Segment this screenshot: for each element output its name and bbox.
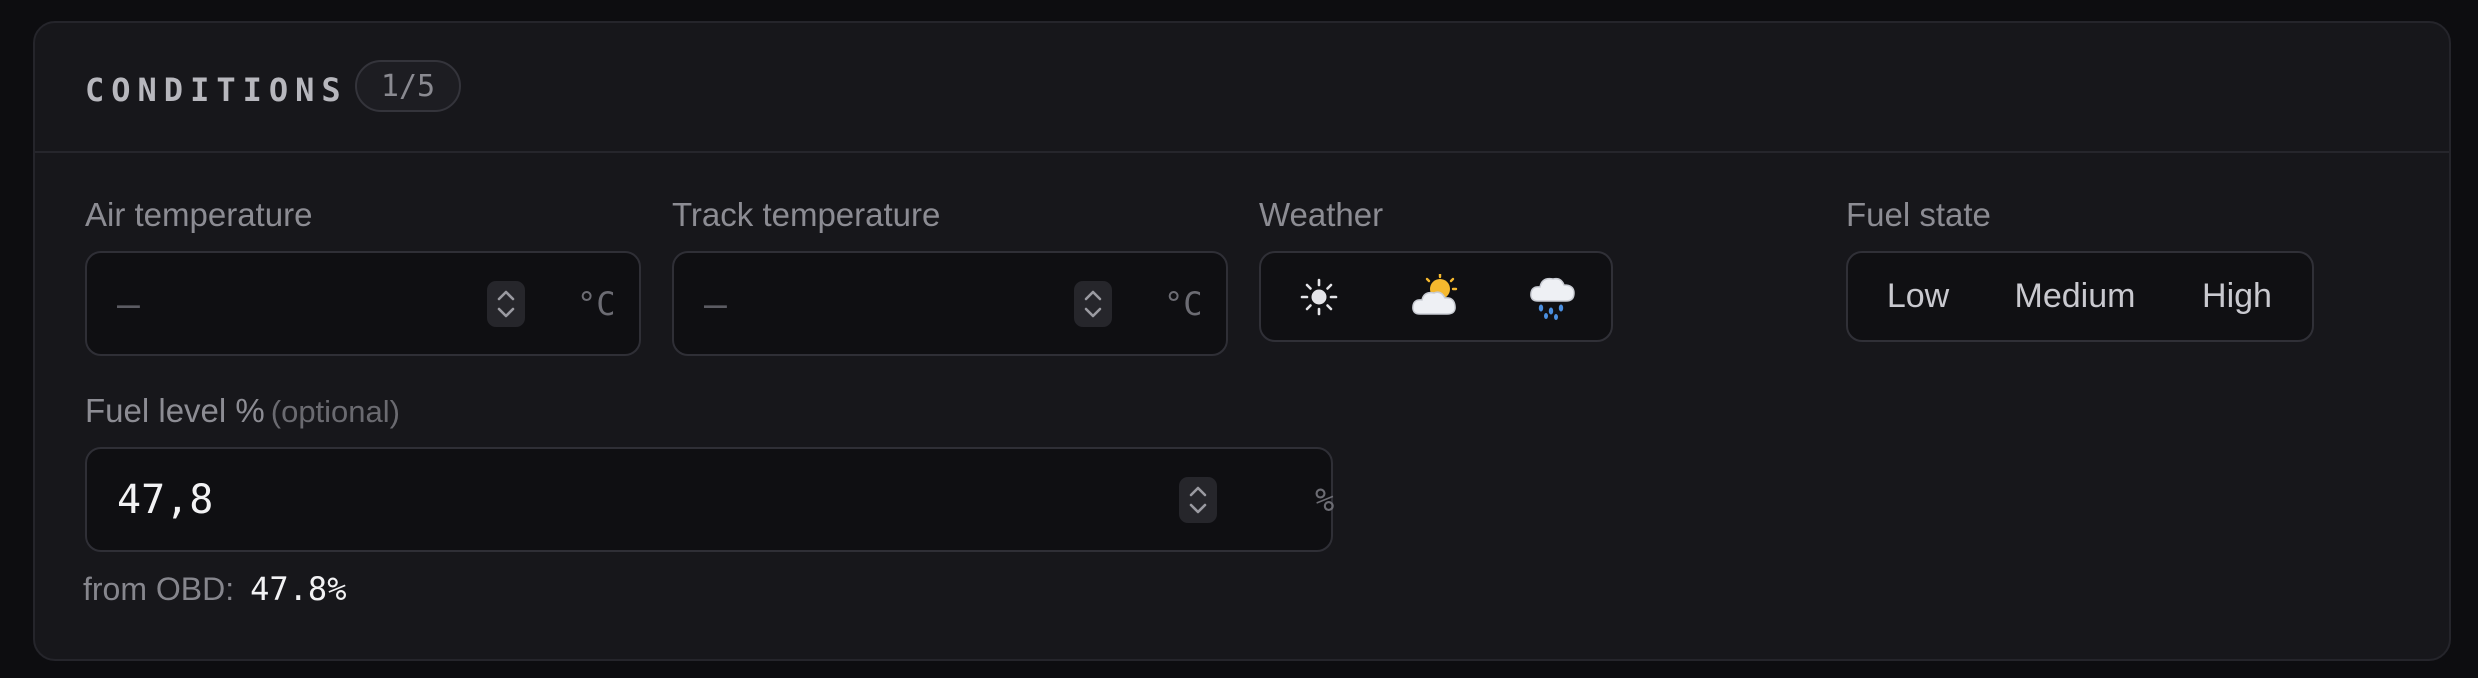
optional-hint: (optional) [270,394,400,429]
air-temperature-unit: °C [577,284,616,323]
weather-label: Weather [1259,196,1384,233]
track-temperature-unit: °C [1164,284,1203,323]
fuel-level-input[interactable]: 47,8 % [85,447,1335,552]
weather-option-sunny[interactable] [1287,253,1351,340]
fuel-state-option-low[interactable]: Low [1868,253,1968,340]
fuel-level-label: Fuel level % (optional) [85,392,400,430]
cloud-with-rain-icon [1530,277,1575,320]
fuel-state-selector: Low Medium High [1846,251,2314,342]
panel-header: CONDITIONS 1/5 [35,23,2449,153]
weather-option-rain[interactable] [1521,253,1585,340]
fuel-level-value: 47,8 [117,476,214,523]
sun-behind-cloud-icon [1412,273,1458,315]
fuel-level-label-text: Fuel level % [85,392,265,429]
fuel-state-option-high[interactable]: High [2182,253,2292,340]
conditions-panel: CONDITIONS 1/5 Air temperature — °C Trac… [33,21,2451,661]
track-temperature-value: — [704,281,727,326]
obd-value: 47.8% [250,570,347,608]
section-title: CONDITIONS [85,71,348,109]
chevron-up-down-icon [1084,290,1102,318]
step-progress-badge: 1/5 [355,60,461,112]
air-temperature-value: — [117,281,140,326]
weather-selector [1259,251,1613,342]
fuel-state-label: Fuel state [1846,196,1991,233]
obd-reading: from OBD: 47.8% [83,570,346,608]
track-temperature-input[interactable]: — °C [672,251,1228,356]
track-temperature-label: Track temperature [672,196,941,233]
fuel-state-option-medium[interactable]: Medium [2000,253,2150,340]
weather-option-partly-cloudy[interactable] [1404,253,1468,340]
air-temperature-label: Air temperature [85,196,313,233]
track-temperature-stepper[interactable] [1074,281,1112,327]
air-temperature-stepper[interactable] [487,281,525,327]
air-temperature-input[interactable]: — °C [85,251,641,356]
chevron-up-down-icon [497,290,515,318]
chevron-up-down-icon [1189,486,1207,514]
fuel-level-stepper[interactable] [1179,477,1217,523]
obd-label: from OBD: [83,571,235,607]
fuel-level-unit: % [1315,480,1335,519]
sun-icon [1300,278,1338,315]
